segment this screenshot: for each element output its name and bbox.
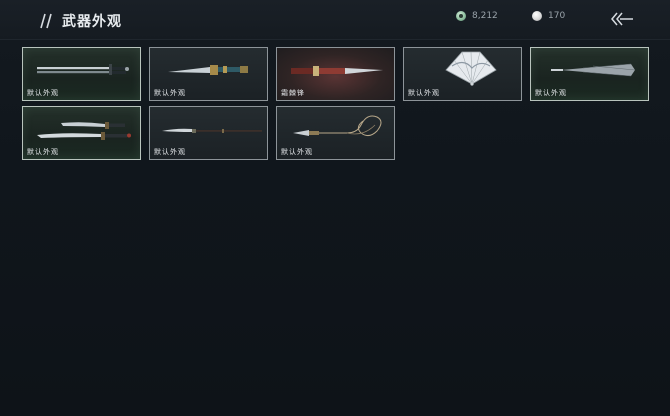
weapon-label: 默认外观 [281, 148, 313, 156]
red-lacquered-dagger-icon [291, 66, 383, 76]
long-sword-with-sheath-icon [37, 64, 129, 75]
pearl-amount: 170 [548, 11, 566, 21]
rope-dart-icon [293, 115, 382, 137]
jade-coin-icon [456, 11, 466, 21]
folding-fan-icon [445, 51, 497, 86]
weapon-card[interactable]: 默认外观 [149, 106, 268, 160]
top-bar: 武器外观 8,212 170 [0, 0, 670, 40]
weapon-label: 默认外观 [408, 89, 440, 97]
weapon-label: 默认外观 [154, 89, 186, 97]
weapon-card[interactable]: 默认外观 [22, 47, 141, 101]
weapon-label: 霜棘锋 [281, 89, 305, 97]
weapon-card[interactable]: 默认外观 [22, 106, 141, 160]
weapon-appearance-screen: 武器外观 8,212 170 默认外观 默认外观 霜棘锋 默认外观 默认外观 默… [0, 0, 670, 416]
double-slash-icon [40, 13, 52, 29]
weapon-card[interactable]: 默认外观 [276, 106, 395, 160]
jade-amount: 8,212 [472, 11, 498, 21]
closed-umbrella-icon [551, 63, 636, 77]
back-arrow-icon[interactable] [610, 11, 634, 27]
pearl-icon [532, 11, 542, 21]
jade-currency: 8,212 [456, 11, 498, 21]
weapon-label: 默认外观 [27, 148, 59, 156]
weapon-card[interactable]: 霜棘锋 [276, 47, 395, 101]
weapon-card[interactable]: 默认外观 [530, 47, 649, 101]
ornate-dagger-icon [168, 65, 248, 75]
weapon-label: 默认外观 [27, 89, 59, 97]
weapon-label: 默认外观 [535, 89, 567, 97]
page-title: 武器外观 [62, 14, 122, 30]
weapon-card[interactable]: 默认外观 [149, 47, 268, 101]
twin-blades-icon [37, 122, 131, 140]
glaive-icon [162, 128, 262, 133]
weapon-card[interactable]: 默认外观 [403, 47, 522, 101]
pearl-currency: 170 [532, 11, 565, 21]
weapon-label: 默认外观 [154, 148, 186, 156]
